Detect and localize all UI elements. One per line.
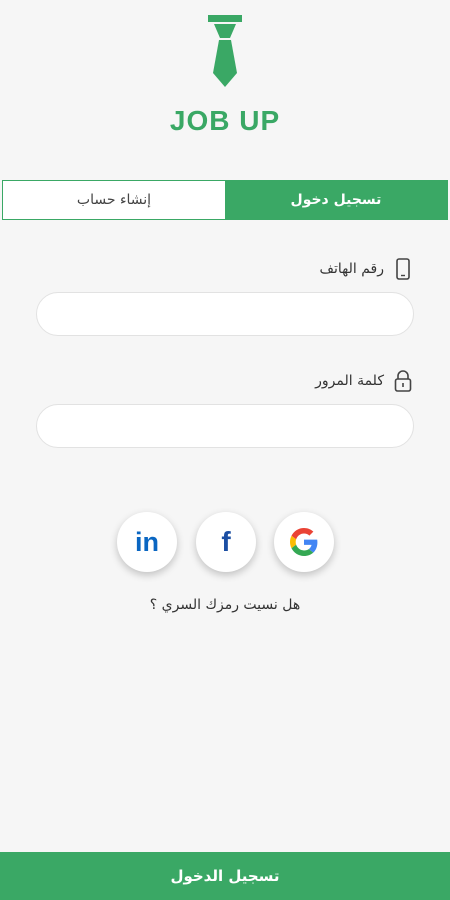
google-icon [290, 528, 318, 556]
linkedin-login-button[interactable]: in [117, 512, 177, 572]
tie-icon [208, 15, 242, 87]
phone-icon [396, 258, 410, 280]
app-logo: JOB UP [0, 12, 450, 136]
lock-icon [394, 370, 412, 392]
phone-label-text: رقم الهاتف [319, 261, 384, 277]
auth-tabs: إنشاء حساب تسجيل دخول [2, 180, 448, 220]
linkedin-icon: in [135, 526, 159, 557]
password-label-text: كلمة المرور [315, 373, 384, 389]
tab-login[interactable]: تسجيل دخول [225, 181, 447, 219]
facebook-login-button[interactable]: f [196, 512, 256, 572]
tab-signup[interactable]: إنشاء حساب [3, 181, 225, 219]
brand-name: JOB UP [169, 105, 281, 136]
phone-field-label: رقم الهاتف [320, 257, 414, 281]
password-field-label: كلمة المرور [315, 369, 414, 393]
phone-input[interactable] [36, 292, 414, 336]
login-submit-button[interactable]: تسجيل الدخول [0, 852, 450, 900]
google-login-button[interactable] [274, 512, 334, 572]
forgot-password-link[interactable]: هل نسيت رمزك السري ؟ [0, 597, 450, 613]
password-input[interactable] [36, 404, 414, 448]
facebook-icon: f [221, 526, 231, 557]
